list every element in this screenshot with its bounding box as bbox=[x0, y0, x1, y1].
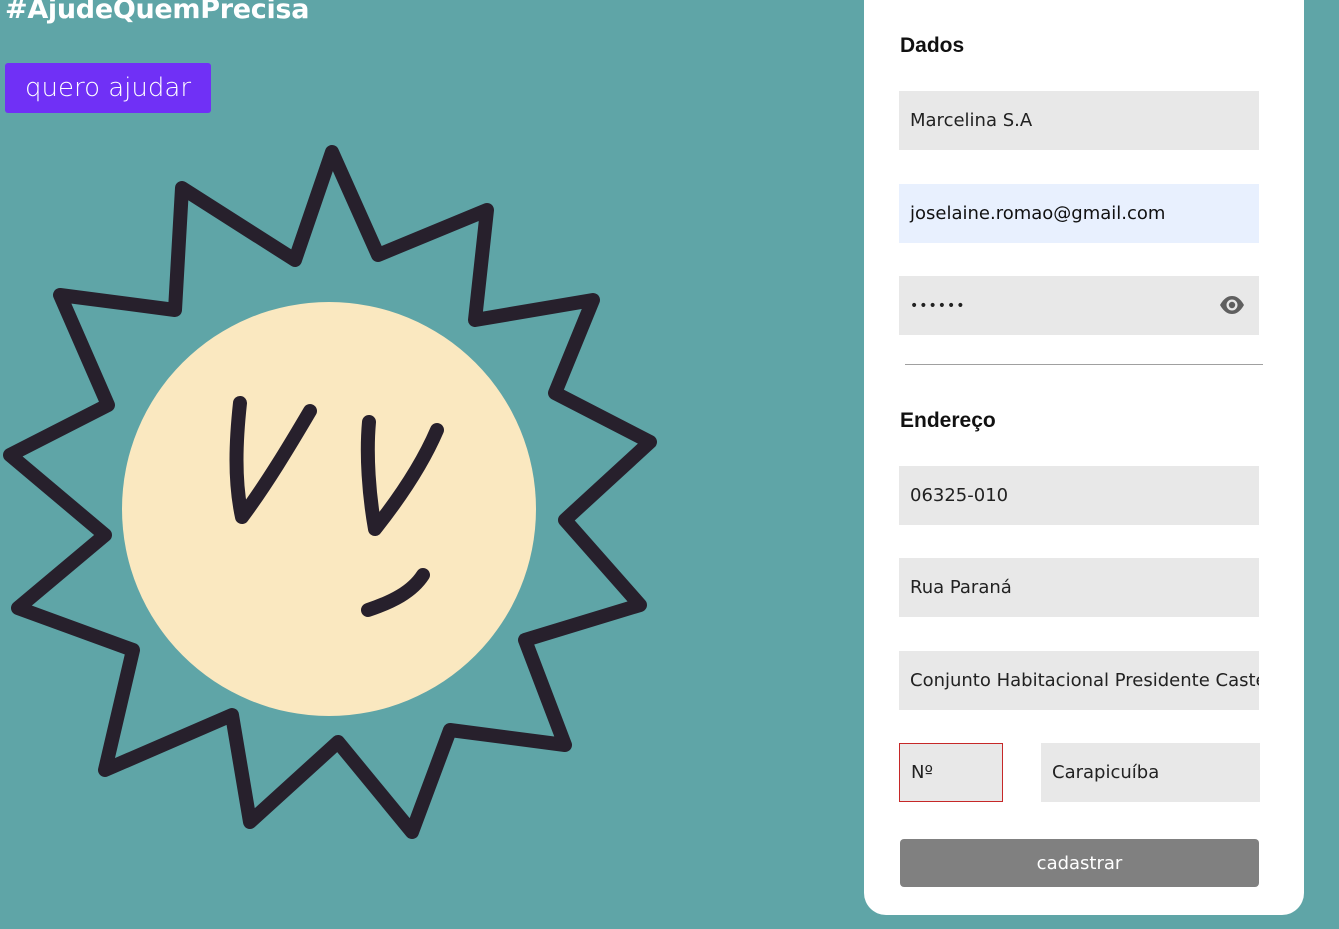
number-input-placeholder: Nº bbox=[911, 762, 933, 783]
sun-face bbox=[122, 302, 536, 716]
cep-input-value: 06325-010 bbox=[910, 485, 1009, 506]
city-input[interactable]: Carapicuíba bbox=[1041, 743, 1260, 802]
number-input[interactable]: Nº bbox=[899, 743, 1003, 802]
neighborhood-input[interactable]: Conjunto Habitacional Presidente Castelo… bbox=[899, 651, 1259, 710]
street-input-value: Rua Paraná bbox=[910, 577, 1012, 598]
submit-button[interactable]: cadastrar bbox=[900, 839, 1259, 887]
cep-input[interactable]: 06325-010 bbox=[899, 466, 1259, 525]
eye-icon[interactable] bbox=[1219, 295, 1245, 315]
hashtag-title: #AjudeQuemPrecisa bbox=[5, 0, 310, 25]
address-section-title: Endereço bbox=[900, 409, 996, 432]
street-input[interactable]: Rua Paraná bbox=[899, 558, 1259, 617]
name-input-value: Marcelina S.A bbox=[910, 110, 1033, 131]
help-button[interactable]: quero ajudar bbox=[5, 63, 211, 113]
password-input-value: •••••• bbox=[910, 297, 966, 314]
neighborhood-input-value: Conjunto Habitacional Presidente Castelo… bbox=[910, 670, 1259, 691]
password-input[interactable]: •••••• bbox=[899, 276, 1259, 335]
email-input-value: joselaine.romao@gmail.com bbox=[910, 203, 1166, 224]
city-input-value: Carapicuíba bbox=[1052, 762, 1160, 783]
name-input[interactable]: Marcelina S.A bbox=[899, 91, 1259, 150]
email-input[interactable]: joselaine.romao@gmail.com bbox=[899, 184, 1259, 243]
data-section-title: Dados bbox=[900, 34, 965, 57]
sun-illustration bbox=[3, 145, 657, 839]
page: #AjudeQuemPrecisa quero ajudar Dados Mar… bbox=[0, 0, 1339, 929]
section-divider bbox=[905, 364, 1263, 365]
